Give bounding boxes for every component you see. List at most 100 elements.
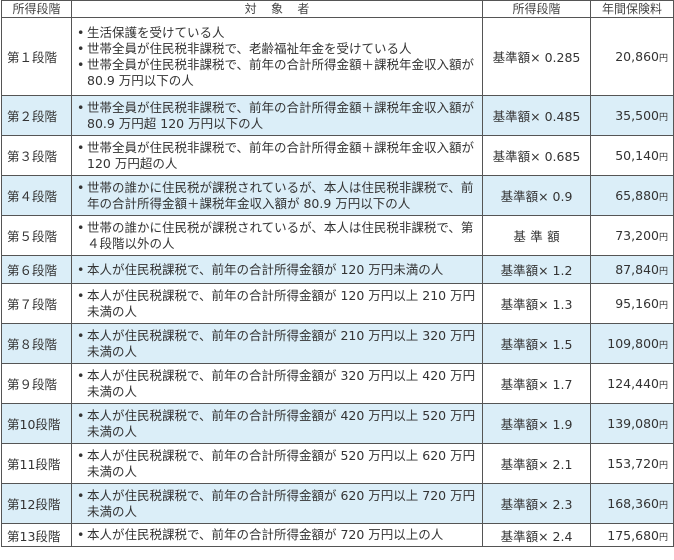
stage-cell: 第９段階 — [1, 363, 72, 404]
annual-fee-cell: 50,140円 — [590, 135, 674, 176]
yen-unit: 円 — [658, 153, 668, 163]
table-row: 第６段階本人が住民税課税で、前年の合計所得金額が 120 万円未満の人基準額× … — [1, 255, 674, 284]
fee-amount: 20,860 — [615, 49, 659, 64]
standard-multiplier-cell: 基準額× 1.2 — [482, 255, 591, 284]
target-cell: 本人が住民税課税で、前年の合計所得金額が 520 万円以上 620 万円未満の人 — [71, 443, 483, 484]
target-cell: 本人が住民税課税で、前年の合計所得金額が 210 万円以上 320 万円未満の人 — [71, 323, 483, 364]
standard-multiplier-cell: 基準額× 2.4 — [482, 523, 591, 547]
annual-fee-cell: 175,680円 — [590, 523, 674, 547]
target-item: 世帯の誰かに住民税が課税されているが、本人は住民税非課税で、前年の合計所得金額＋… — [76, 180, 478, 212]
annual-fee-cell: 65,880円 — [590, 175, 674, 216]
annual-fee-cell: 73,200円 — [590, 215, 674, 256]
fee-amount: 65,880 — [615, 188, 659, 203]
yen-unit: 円 — [658, 532, 668, 543]
stage-cell: 第10段階 — [1, 403, 72, 444]
yen-unit: 円 — [658, 113, 668, 123]
table-row: 第13段階本人が住民税課税で、前年の合計所得金額が 720 万円以上の人基準額×… — [1, 523, 674, 547]
fee-amount: 87,840 — [615, 262, 659, 277]
target-list: 本人が住民税課税で、前年の合計所得金額が 120 万円未満の人 — [76, 262, 478, 278]
fee-amount: 175,680 — [607, 527, 659, 543]
target-cell: 本人が住民税課税で、前年の合計所得金額が 120 万円以上 210 万円未満の人 — [71, 283, 483, 324]
target-item: 世帯全員が住民税非課税で、前年の合計所得金額＋課税年金収入額が 80.9 万円以… — [76, 57, 478, 89]
annual-fee-cell: 153,720円 — [590, 443, 674, 484]
table-body: 第１段階生活保護を受けている人世帯全員が住民税非課税で、老齢福祉年金を受けている… — [1, 17, 674, 547]
standard-multiplier-cell: 基準額 — [482, 215, 591, 256]
fee-amount: 50,140 — [615, 148, 659, 163]
target-list: 本人が住民税課税で、前年の合計所得金額が 520 万円以上 620 万円未満の人 — [76, 448, 478, 480]
target-cell: 本人が住民税課税で、前年の合計所得金額が 320 万円以上 420 万円未満の人 — [71, 363, 483, 404]
target-list: 本人が住民税課税で、前年の合計所得金額が 120 万円以上 210 万円未満の人 — [76, 288, 478, 320]
annual-fee-cell: 87,840円 — [590, 255, 674, 284]
stage-cell: 第13段階 — [1, 523, 72, 547]
target-list: 本人が住民税課税で、前年の合計所得金額が 210 万円以上 320 万円未満の人 — [76, 328, 478, 360]
insurance-premium-table: 所得段階 対象者 所得段階 年間保険料 第１段階生活保護を受けている人世帯全員が… — [1, 0, 674, 547]
stage-cell: 第６段階 — [1, 255, 72, 284]
yen-unit: 円 — [658, 501, 668, 511]
stage-cell: 第２段階 — [1, 95, 72, 136]
fee-amount: 139,080 — [607, 416, 659, 431]
target-item: 本人が住民税課税で、前年の合計所得金額が 320 万円以上 420 万円未満の人 — [76, 368, 478, 400]
fee-amount: 168,360 — [607, 496, 659, 511]
stage-cell: 第８段階 — [1, 323, 72, 364]
target-item: 本人が住民税課税で、前年の合計所得金額が 720 万円以上の人 — [76, 527, 478, 543]
table-row: 第７段階本人が住民税課税で、前年の合計所得金額が 120 万円以上 210 万円… — [1, 283, 674, 324]
target-cell: 本人が住民税課税で、前年の合計所得金額が 720 万円以上の人 — [71, 523, 483, 547]
target-cell: 本人が住民税課税で、前年の合計所得金額が 120 万円未満の人 — [71, 255, 483, 284]
annual-fee-cell: 109,800円 — [590, 323, 674, 364]
standard-multiplier-cell: 基準額× 1.3 — [482, 283, 591, 324]
standard-multiplier-cell: 基準額× 1.5 — [482, 323, 591, 364]
target-list: 世帯全員が住民税非課税で、前年の合計所得金額＋課税年金収入額が 80.9 万円超… — [76, 100, 478, 132]
annual-fee-cell: 139,080円 — [590, 403, 674, 444]
stage-cell: 第７段階 — [1, 283, 72, 324]
header-row: 所得段階 対象者 所得段階 年間保険料 — [1, 0, 674, 18]
header-stage: 所得段階 — [1, 0, 72, 18]
target-item: 本人が住民税課税で、前年の合計所得金額が 210 万円以上 320 万円未満の人 — [76, 328, 478, 360]
fee-amount: 95,160 — [615, 296, 659, 311]
target-list: 世帯の誰かに住民税が課税されているが、本人は住民税非課税で、前年の合計所得金額＋… — [76, 180, 478, 212]
target-list: 本人が住民税課税で、前年の合計所得金額が 420 万円以上 520 万円未満の人 — [76, 408, 478, 440]
annual-fee-cell: 20,860円 — [590, 17, 674, 96]
stage-cell: 第12段階 — [1, 483, 72, 524]
standard-multiplier-cell: 基準額× 0.685 — [482, 135, 591, 176]
target-list: 世帯全員が住民税非課税で、前年の合計所得金額＋課税年金収入額が 120 万円超の… — [76, 140, 478, 172]
stage-cell: 第３段階 — [1, 135, 72, 176]
target-item: 本人が住民税課税で、前年の合計所得金額が 120 万円未満の人 — [76, 262, 478, 278]
annual-fee-cell: 168,360円 — [590, 483, 674, 524]
target-list: 世帯の誰かに住民税が課税されているが、本人は住民税非課税で、第４段階以外の人 — [76, 220, 478, 252]
target-item: 本人が住民税課税で、前年の合計所得金額が 620 万円以上 720 万円未満の人 — [76, 488, 478, 520]
header-fee: 年間保険料 — [590, 0, 674, 18]
annual-fee-cell: 35,500円 — [590, 95, 674, 136]
target-list: 本人が住民税課税で、前年の合計所得金額が 720 万円以上の人 — [76, 527, 478, 543]
standard-multiplier-cell: 基準額× 0.485 — [482, 95, 591, 136]
yen-unit: 円 — [658, 267, 668, 277]
fee-amount: 73,200 — [615, 228, 659, 243]
table-row: 第11段階本人が住民税課税で、前年の合計所得金額が 520 万円以上 620 万… — [1, 443, 674, 484]
yen-unit: 円 — [658, 233, 668, 243]
header-target: 対象者 — [71, 0, 483, 18]
stage-cell: 第１段階 — [1, 17, 72, 96]
target-cell: 本人が住民税課税で、前年の合計所得金額が 420 万円以上 520 万円未満の人 — [71, 403, 483, 444]
fee-amount: 35,500 — [615, 108, 659, 123]
standard-multiplier-cell: 基準額× 2.3 — [482, 483, 591, 524]
table-row: 第10段階本人が住民税課税で、前年の合計所得金額が 420 万円以上 520 万… — [1, 403, 674, 444]
fee-amount: 109,800 — [607, 336, 659, 351]
target-list: 生活保護を受けている人世帯全員が住民税非課税で、老齢福祉年金を受けている人世帯全… — [76, 25, 478, 89]
target-cell: 本人が住民税課税で、前年の合計所得金額が 620 万円以上 720 万円未満の人 — [71, 483, 483, 524]
standard-multiplier-cell: 基準額× 1.9 — [482, 403, 591, 444]
target-list: 本人が住民税課税で、前年の合計所得金額が 320 万円以上 420 万円未満の人 — [76, 368, 478, 400]
table-row: 第12段階本人が住民税課税で、前年の合計所得金額が 620 万円以上 720 万… — [1, 483, 674, 524]
standard-multiplier-cell: 基準額× 0.285 — [482, 17, 591, 96]
table-row: 第３段階世帯全員が住民税非課税で、前年の合計所得金額＋課税年金収入額が 120 … — [1, 135, 674, 176]
target-item: 世帯全員が住民税非課税で、老齢福祉年金を受けている人 — [76, 41, 478, 57]
target-cell: 世帯の誰かに住民税が課税されているが、本人は住民税非課税で、前年の合計所得金額＋… — [71, 175, 483, 216]
standard-multiplier-cell: 基準額× 0.9 — [482, 175, 591, 216]
target-item: 本人が住民税課税で、前年の合計所得金額が 120 万円以上 210 万円未満の人 — [76, 288, 478, 320]
target-item: 本人が住民税課税で、前年の合計所得金額が 520 万円以上 620 万円未満の人 — [76, 448, 478, 480]
table-row: 第４段階世帯の誰かに住民税が課税されているが、本人は住民税非課税で、前年の合計所… — [1, 175, 674, 216]
yen-unit: 円 — [658, 341, 668, 351]
yen-unit: 円 — [658, 193, 668, 203]
table-row: 第５段階世帯の誰かに住民税が課税されているが、本人は住民税非課税で、第４段階以外… — [1, 215, 674, 256]
yen-unit: 円 — [658, 461, 668, 471]
annual-fee-cell: 124,440円 — [590, 363, 674, 404]
target-cell: 世帯全員が住民税非課税で、前年の合計所得金額＋課税年金収入額が 80.9 万円超… — [71, 95, 483, 136]
